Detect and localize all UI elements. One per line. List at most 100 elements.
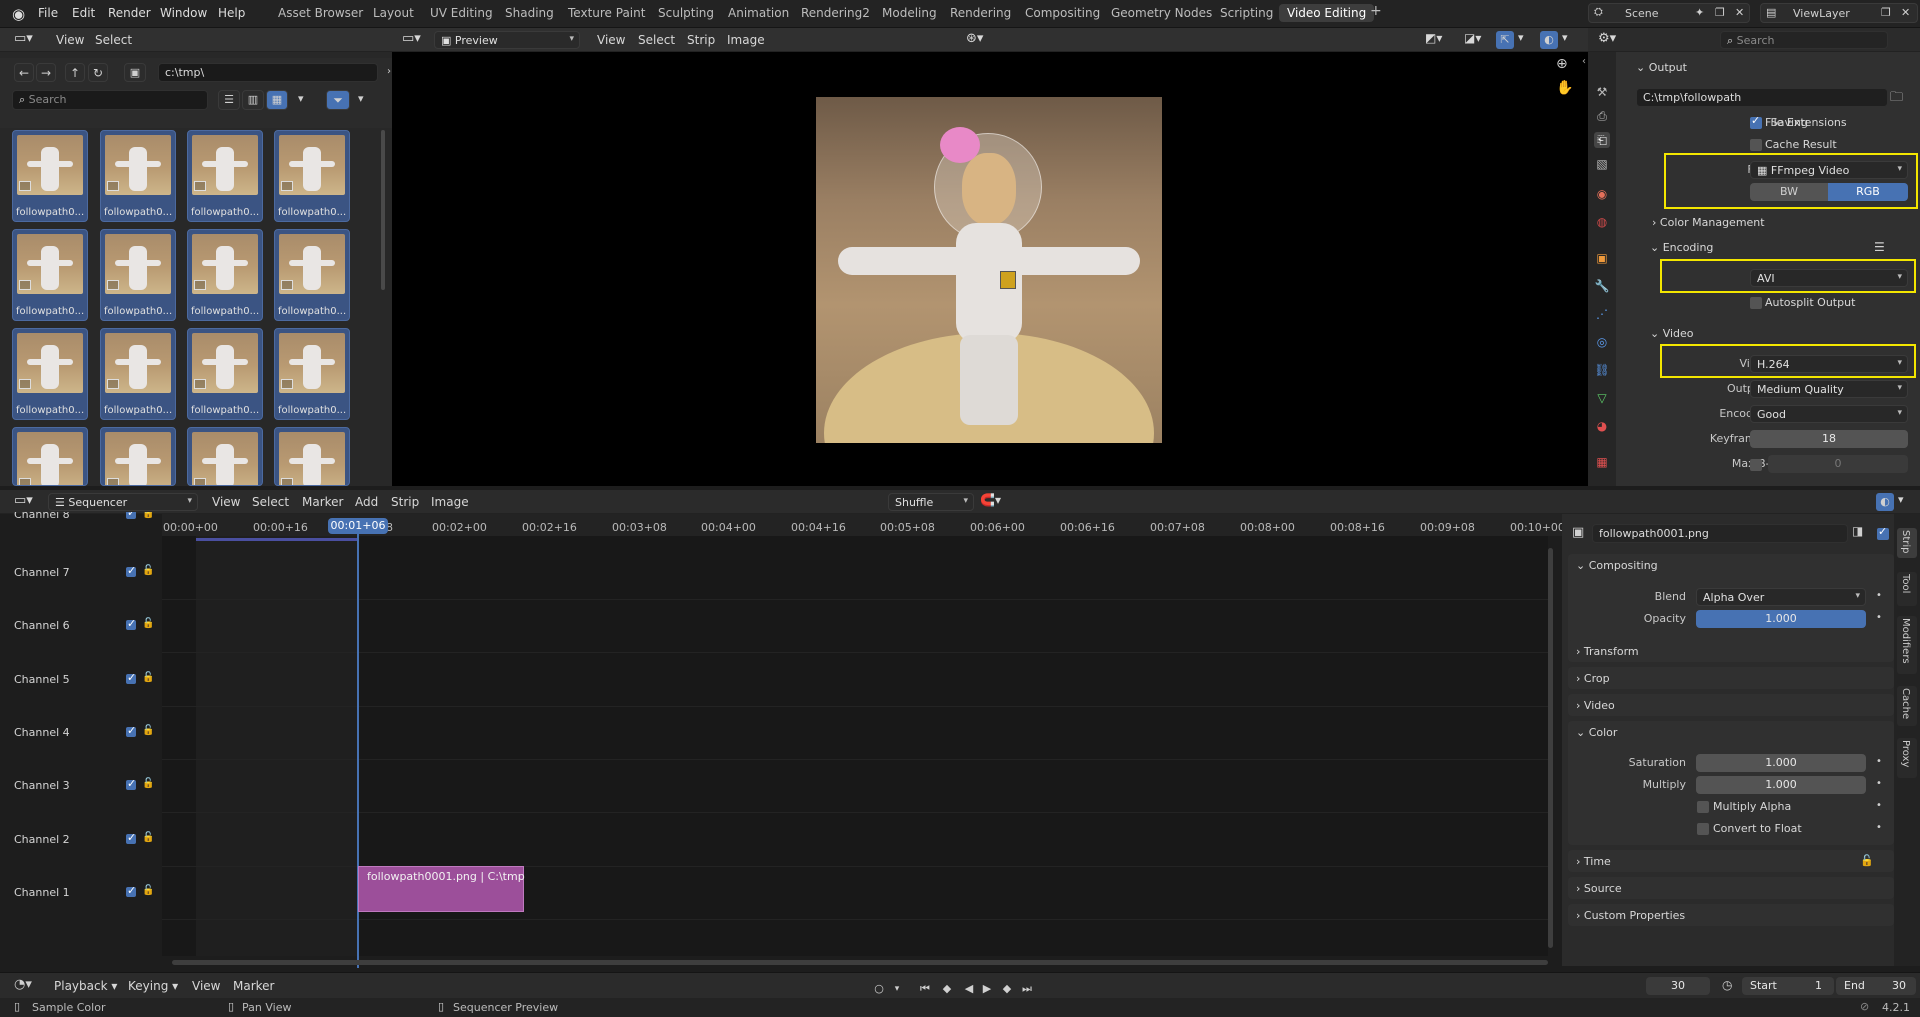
channel-lock-icon[interactable]: 🔓 <box>142 672 154 683</box>
keyframe-interval-field[interactable]: 18 <box>1750 430 1908 448</box>
overlay-toggle-icon[interactable]: ◐ <box>1540 31 1558 49</box>
tab-layout[interactable]: Layout <box>373 6 414 20</box>
folder-icon[interactable]: 🗀 <box>1890 88 1903 110</box>
image-thumbnail[interactable]: followpath0... <box>187 328 263 420</box>
list-horizontal-button[interactable]: ▥ <box>242 90 264 110</box>
encoding-section[interactable]: ⌄ Encoding <box>1650 241 1713 254</box>
lock-icon[interactable]: 🔓 <box>1860 854 1874 867</box>
tab-rendering[interactable]: Rendering <box>950 6 1011 20</box>
delete-scene-icon[interactable]: ✕ <box>1735 6 1744 19</box>
channel-name[interactable]: Channel 8 <box>14 512 70 521</box>
strip-name-input[interactable]: followpath0001.png <box>1592 524 1848 543</box>
tab-animation[interactable]: Animation <box>728 6 789 20</box>
overlay-chevron-icon[interactable]: ▾ <box>1562 31 1568 44</box>
channel-lock-icon[interactable]: 🔓 <box>142 885 154 896</box>
color-management-section[interactable]: › Color Management <box>1652 216 1765 229</box>
image-thumbnail[interactable]: followpath0... <box>100 328 176 420</box>
sidebar-tab-modifiers[interactable]: Modifiers <box>1897 616 1917 674</box>
preview-mode-dropdown[interactable]: ▣ Preview ▾ <box>434 31 580 49</box>
view-layer-tab-icon[interactable]: ▧ <box>1594 156 1610 172</box>
channel-lock-icon[interactable]: 🔓 <box>142 512 154 519</box>
seq-vertical-scrollbar[interactable] <box>1548 548 1553 948</box>
crop-section[interactable]: › Crop <box>1576 672 1610 685</box>
gizmo-chevron-icon[interactable]: ▾ <box>1518 31 1524 44</box>
menu-seq-strip[interactable]: Strip <box>391 495 419 509</box>
menu-preview-strip[interactable]: Strip <box>687 33 715 47</box>
tab-sculpting[interactable]: Sculpting <box>658 6 714 20</box>
editor-type-icon[interactable]: ▭▾ <box>14 31 33 46</box>
channels-icon[interactable]: ◪▾ <box>1464 31 1481 45</box>
file-extensions-checkbox[interactable] <box>1750 114 1762 129</box>
expand-arrow-icon[interactable]: › <box>387 66 391 77</box>
menu-seq-add[interactable]: Add <box>355 495 378 509</box>
channel-name[interactable]: Channel 4 <box>14 726 70 739</box>
particles-tab-icon[interactable]: ⋰ <box>1594 306 1610 322</box>
saturation-slider[interactable]: 1.000 <box>1696 754 1866 772</box>
menu-help[interactable]: Help <box>218 6 245 20</box>
channel-lock-icon[interactable]: 🔓 <box>142 725 154 736</box>
sidebar-tab-cache[interactable]: Cache <box>1897 686 1917 726</box>
menu-preview-image[interactable]: Image <box>727 33 765 47</box>
channel-name[interactable]: Channel 3 <box>14 779 70 792</box>
compositing-section[interactable]: ⌄ Compositing <box>1576 559 1658 572</box>
display-mode-icon[interactable]: ◩▾ <box>1425 31 1442 45</box>
tool-tab-icon[interactable]: ⚒ <box>1594 84 1610 100</box>
multiply-alpha-checkbox[interactable] <box>1697 801 1709 813</box>
fb-search-input[interactable]: ⌕ Search <box>12 90 208 110</box>
tab-video-editing[interactable]: Video Editing <box>1279 4 1375 22</box>
menu-render[interactable]: Render <box>108 6 151 20</box>
max-bframes-field[interactable]: 0 <box>1768 455 1908 473</box>
image-thumbnail[interactable]: followpath0... <box>12 229 88 321</box>
strip-color-icon[interactable]: ◨ <box>1852 524 1863 538</box>
menu-seq-marker[interactable]: Marker <box>302 495 343 509</box>
current-time-badge[interactable]: 00:01+06 <box>328 518 388 534</box>
preview-canvas[interactable]: ⊕ ✋ ‹ <box>392 52 1588 486</box>
tab-rendering2[interactable]: Rendering2 <box>801 6 870 20</box>
channel-mute-checkbox[interactable] <box>126 617 136 630</box>
multiply-slider[interactable]: 1.000 <box>1696 776 1866 794</box>
image-thumbnail[interactable]: followpath0... <box>187 229 263 321</box>
tab-geometry-nodes[interactable]: Geometry Nodes <box>1111 6 1212 20</box>
overlap-mode-dropdown[interactable]: Shuffle ▾ <box>888 493 974 511</box>
strip-video-section[interactable]: › Video <box>1576 699 1615 712</box>
output-tab-icon[interactable]: ⎗ <box>1594 132 1610 148</box>
channel-name[interactable]: Channel 1 <box>14 886 70 899</box>
preview-editor-type-icon[interactable]: ▭▾ <box>402 31 421 46</box>
tab-shading[interactable]: Shading <box>505 6 554 20</box>
pan-hand-icon[interactable]: ✋ <box>1556 80 1573 96</box>
menu-file[interactable]: File <box>38 6 58 20</box>
menu-seq-image[interactable]: Image <box>431 495 469 509</box>
play-icon[interactable]: ▶ <box>980 982 994 996</box>
forward-button[interactable]: → <box>36 63 56 82</box>
modifier-tab-icon[interactable]: 🔧 <box>1594 278 1610 294</box>
physics-tab-icon[interactable]: ◎ <box>1594 334 1610 350</box>
seq-overlay-toggle-icon[interactable]: ◐ <box>1876 493 1894 511</box>
constraints-tab-icon[interactable]: ⛓ <box>1594 362 1610 378</box>
object-tab-icon[interactable]: ▣ <box>1594 250 1610 266</box>
convert-float-checkbox[interactable] <box>1697 823 1709 835</box>
saturation-keyframe-icon[interactable]: • <box>1876 756 1882 767</box>
record-icon[interactable]: ○ <box>872 982 886 996</box>
menu-edit[interactable]: Edit <box>72 6 95 20</box>
channel-lock-icon[interactable]: 🔓 <box>142 565 154 576</box>
image-strip[interactable]: followpath0001.png | C:\tmp <box>358 866 525 912</box>
strip-color-section[interactable]: ⌄ Color <box>1576 726 1617 739</box>
menu-window[interactable]: Window <box>160 6 207 20</box>
output-quality-dropdown[interactable]: Medium Quality ▾ <box>1750 380 1908 398</box>
strip-mute-checkbox[interactable] <box>1877 525 1889 540</box>
seq-overlay-chevron-icon[interactable]: ▾ <box>1898 493 1904 506</box>
sidebar-toggle-icon[interactable]: ‹ <box>1582 56 1586 67</box>
seq-horizontal-scrollbar[interactable] <box>172 960 1548 965</box>
back-button[interactable]: ← <box>14 63 34 82</box>
play-reverse-icon[interactable]: ◀ <box>962 982 976 996</box>
blend-keyframe-icon[interactable]: • <box>1876 590 1882 601</box>
pin-icon[interactable]: ✦ <box>1695 6 1704 19</box>
clock-icon[interactable]: ◷ <box>1722 978 1732 992</box>
channel-lock-icon[interactable]: 🔓 <box>142 778 154 789</box>
zoom-icon[interactable]: ⊕ <box>1556 56 1568 72</box>
channel-name[interactable]: Channel 6 <box>14 619 70 632</box>
custom-properties-section[interactable]: › Custom Properties <box>1576 909 1685 922</box>
blend-dropdown[interactable]: Alpha Over ▾ <box>1696 588 1866 606</box>
refresh-button[interactable]: ↻ <box>88 63 108 82</box>
presets-list-icon[interactable]: ☰ <box>1874 240 1885 254</box>
